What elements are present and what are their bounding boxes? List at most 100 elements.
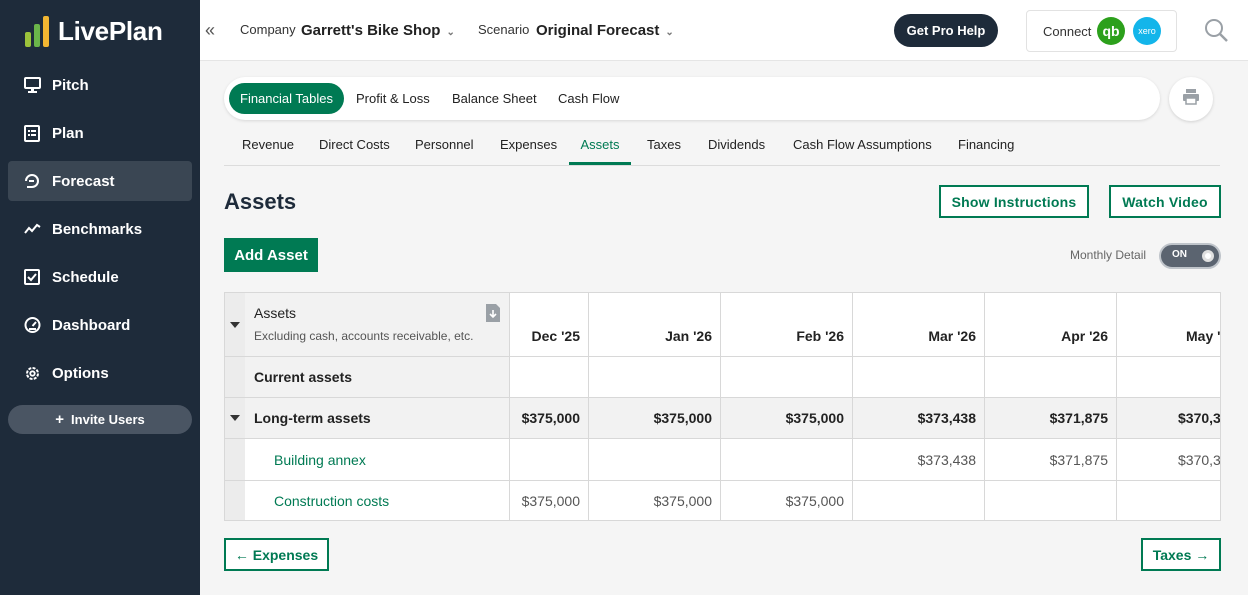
value-cell: $375,000 bbox=[720, 481, 852, 520]
chevron-down-icon: ⌄ bbox=[665, 27, 674, 38]
tab-financial-tables[interactable]: Financial Tables bbox=[229, 83, 344, 114]
row-gutter bbox=[225, 357, 245, 397]
monthly-detail-toggle[interactable]: ON bbox=[1159, 243, 1221, 269]
sidebar-item-label: Schedule bbox=[52, 268, 119, 286]
collapse-sidebar-icon[interactable]: « bbox=[205, 20, 215, 41]
printer-icon bbox=[1182, 88, 1200, 110]
get-pro-help-button[interactable]: Get Pro Help bbox=[894, 14, 998, 47]
value-cell: $373,438 bbox=[852, 439, 984, 480]
next-taxes-button[interactable]: Taxes → bbox=[1141, 538, 1221, 571]
header-name-cell: Assets Excluding cash, accounts receivab… bbox=[245, 293, 509, 356]
toggle-knob bbox=[1202, 250, 1214, 262]
month-header: Feb '26 bbox=[720, 293, 852, 356]
scenario-value: Original Forecast bbox=[536, 22, 660, 39]
sidebar-item-options[interactable]: Options bbox=[8, 353, 192, 393]
prev-expenses-button[interactable]: ← Expenses bbox=[224, 538, 329, 571]
connect-integrations: Connect qb xero bbox=[1026, 10, 1177, 52]
print-button[interactable] bbox=[1169, 77, 1213, 121]
invite-users-label: Invite Users bbox=[71, 412, 145, 427]
monthly-detail-label: Monthly Detail bbox=[1070, 248, 1147, 262]
plus-icon: + bbox=[55, 411, 65, 428]
value-cell bbox=[984, 357, 1116, 397]
month-header: Mar '26 bbox=[852, 293, 984, 356]
company-selector[interactable]: Garrett's Bike Shop ⌄ bbox=[301, 22, 455, 39]
asset-link-building-annex[interactable]: Building annex bbox=[245, 439, 509, 480]
checkbox-calendar-icon bbox=[23, 268, 41, 286]
expand-row-toggle[interactable] bbox=[225, 398, 245, 438]
sidebar-item-pitch[interactable]: Pitch bbox=[8, 65, 192, 105]
page-title: Assets bbox=[224, 189, 297, 214]
collapse-all-toggle[interactable] bbox=[225, 293, 245, 356]
download-icon[interactable] bbox=[485, 303, 501, 326]
subtab-personnel[interactable]: Personnel bbox=[415, 137, 474, 165]
sidebar-item-label: Pitch bbox=[52, 76, 89, 94]
assets-table: Assets Excluding cash, accounts receivab… bbox=[224, 292, 1221, 521]
value-cell bbox=[588, 439, 720, 480]
sidebar-item-dashboard[interactable]: Dashboard bbox=[8, 305, 192, 345]
value-cell: $375,000 bbox=[588, 398, 720, 438]
liveplan-logo[interactable]: LivePlan bbox=[24, 14, 163, 48]
header-subtitle: Excluding cash, accounts receivable, etc… bbox=[254, 329, 474, 343]
watch-video-button[interactable]: Watch Video bbox=[1109, 185, 1221, 218]
sidebar-item-forecast[interactable]: Forecast bbox=[8, 161, 192, 201]
tab-cash-flow[interactable]: Cash Flow bbox=[547, 83, 630, 114]
show-instructions-button[interactable]: Show Instructions bbox=[939, 185, 1089, 218]
value-cell bbox=[1116, 357, 1220, 397]
subtab-direct-costs[interactable]: Direct Costs bbox=[319, 137, 390, 165]
search-icon[interactable] bbox=[1204, 18, 1230, 44]
value-cell: $371,875 bbox=[984, 439, 1116, 480]
sidebar-item-benchmarks[interactable]: Benchmarks bbox=[8, 209, 192, 249]
row-label: Long-term assets bbox=[245, 398, 509, 438]
asset-link-construction-costs[interactable]: Construction costs bbox=[245, 481, 509, 520]
value-cell bbox=[852, 357, 984, 397]
xero-icon[interactable]: xero bbox=[1133, 17, 1161, 45]
gear-icon bbox=[23, 364, 41, 382]
value-cell bbox=[509, 357, 588, 397]
value-cell: $370,313 bbox=[1116, 439, 1220, 480]
row-gutter bbox=[225, 439, 245, 480]
document-list-icon bbox=[23, 124, 41, 142]
financial-tabs-bar: Financial Tables Profit & Loss Balance S… bbox=[224, 77, 1160, 120]
header-title: Assets bbox=[254, 305, 297, 321]
subtab-taxes[interactable]: Taxes bbox=[647, 137, 681, 165]
table-header-row: Assets Excluding cash, accounts receivab… bbox=[225, 293, 1220, 356]
sub-tabs: Revenue Direct Costs Personnel Expenses … bbox=[224, 129, 1220, 166]
connect-label: Connect bbox=[1043, 24, 1092, 39]
sidebar-item-label: Plan bbox=[52, 124, 84, 142]
value-cell: $370,313 bbox=[1116, 398, 1220, 438]
table-row: Long-term assets $375,000 $375,000 $375,… bbox=[225, 397, 1220, 438]
table-row[interactable]: Building annex $373,438 $371,875 $370,31… bbox=[225, 438, 1220, 480]
table-row[interactable]: Construction costs $375,000 $375,000 $37… bbox=[225, 480, 1220, 520]
value-cell: $375,000 bbox=[720, 398, 852, 438]
sidebar-nav: Pitch Plan Forecast Benchmarks Schedule bbox=[8, 65, 192, 401]
subtab-assets[interactable]: Assets bbox=[569, 137, 631, 165]
main-content: Financial Tables Profit & Loss Balance S… bbox=[200, 61, 1248, 595]
value-cell: $373,438 bbox=[852, 398, 984, 438]
triangle-down-icon bbox=[230, 321, 240, 328]
triangle-down-icon bbox=[230, 415, 240, 421]
add-asset-button[interactable]: Add Asset bbox=[224, 238, 318, 272]
value-cell: $375,000 bbox=[588, 481, 720, 520]
subtab-revenue[interactable]: Revenue bbox=[242, 137, 294, 165]
sidebar-item-label: Dashboard bbox=[52, 316, 131, 334]
subtab-cash-flow-assumptions[interactable]: Cash Flow Assumptions bbox=[793, 137, 932, 165]
trend-line-icon bbox=[23, 220, 41, 238]
tab-profit-loss[interactable]: Profit & Loss bbox=[345, 83, 441, 114]
subtab-financing[interactable]: Financing bbox=[958, 137, 1014, 165]
sidebar-item-plan[interactable]: Plan bbox=[8, 113, 192, 153]
subtab-dividends[interactable]: Dividends bbox=[708, 137, 765, 165]
sidebar-item-schedule[interactable]: Schedule bbox=[8, 257, 192, 297]
scenario-selector[interactable]: Original Forecast ⌄ bbox=[536, 22, 674, 39]
subtab-expenses[interactable]: Expenses bbox=[500, 137, 557, 165]
value-cell bbox=[588, 357, 720, 397]
invite-users-button[interactable]: + Invite Users bbox=[8, 405, 192, 434]
tab-balance-sheet[interactable]: Balance Sheet bbox=[441, 83, 548, 114]
table-row: Current assets bbox=[225, 356, 1220, 397]
quickbooks-icon[interactable]: qb bbox=[1097, 17, 1125, 45]
toggle-state-text: ON bbox=[1172, 249, 1187, 260]
top-bar: « Company Garrett's Bike Shop ⌄ Scenario … bbox=[200, 0, 1248, 61]
value-cell bbox=[984, 481, 1116, 520]
sidebar-item-label: Benchmarks bbox=[52, 220, 143, 238]
forecast-icon bbox=[23, 172, 41, 190]
gauge-icon bbox=[23, 316, 41, 334]
